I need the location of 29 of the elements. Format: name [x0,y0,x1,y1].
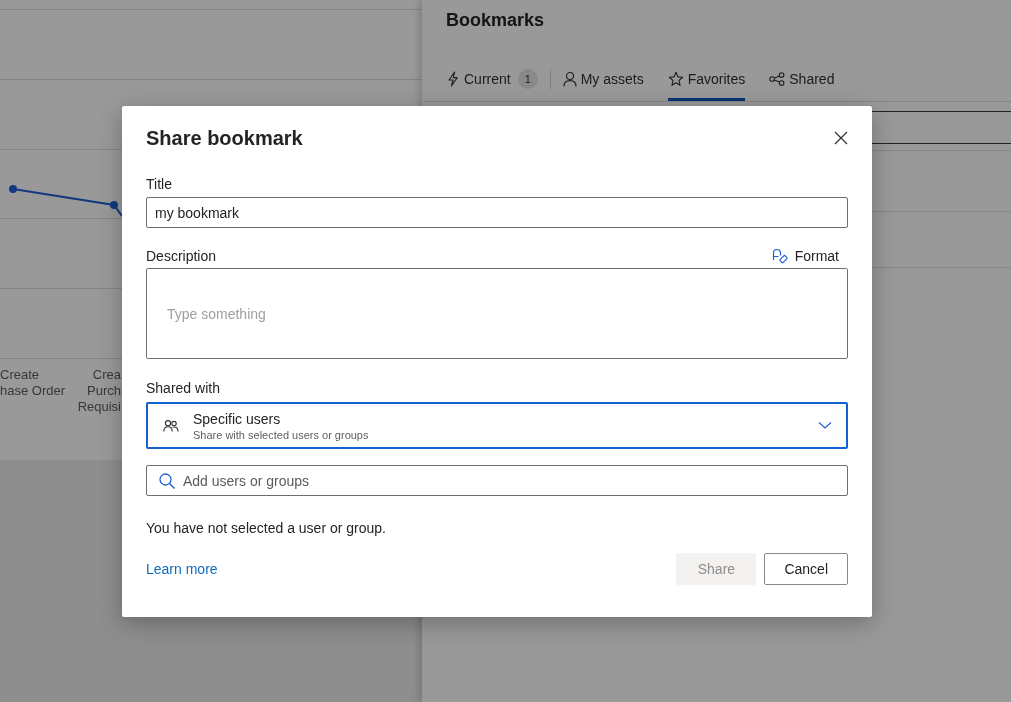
eraser-icon [770,247,789,265]
close-icon [834,131,848,145]
star-icon [667,71,684,87]
tab[interactable]: Favorites [667,57,746,101]
field-label: Description [146,247,217,266]
dialog-title: Share bookmark [146,126,303,151]
status-message: You have not selected a user or group. [146,519,387,538]
person-icon [562,71,577,87]
title-field[interactable]: my bookmark [146,197,848,228]
axis-label: Crea Purch Requisi [77,367,121,414]
format-button[interactable]: Format [770,244,848,268]
axis-label: Create hase Order [0,367,66,398]
chevron-down-icon [818,421,832,430]
search-icon [159,473,175,489]
learn-more-link[interactable]: Learn more [146,559,218,579]
panel-title: Bookmarks [446,9,545,32]
field-label: Title [146,175,173,194]
dropdown[interactable]: Specific users Share with selected users or groups [146,402,848,449]
lightning-icon [446,71,460,87]
share-icon [769,72,786,86]
tab[interactable]: Current 1 [446,57,538,101]
tab[interactable]: My assets [562,57,644,101]
search-field[interactable]: Add users or groups [146,465,848,496]
people-icon [163,418,179,433]
tab[interactable]: Shared [769,57,835,101]
field-label: Shared with [146,379,221,398]
description-field[interactable]: Type something [146,268,848,359]
count-badge: 1 [517,69,538,89]
cancel-button[interactable]: Cancel [764,553,848,585]
